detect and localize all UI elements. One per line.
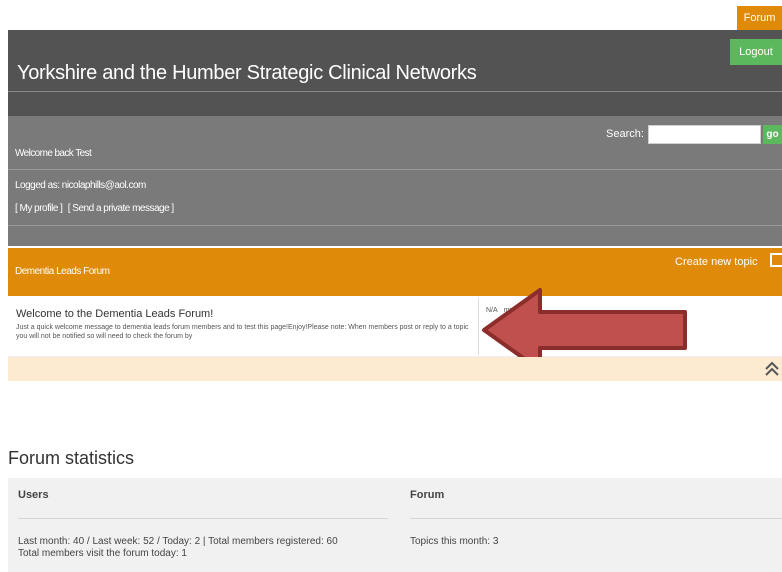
new-document-icon[interactable] bbox=[770, 253, 782, 267]
forum-tab[interactable]: Forum bbox=[737, 6, 782, 30]
site-title: Yorkshire and the Humber Strategic Clini… bbox=[17, 62, 477, 84]
create-topic-link[interactable]: Create new topic bbox=[675, 256, 758, 268]
stats-users-today: Total members visit the forum today: 1 bbox=[18, 548, 187, 559]
topic-title[interactable]: Welcome to the Dementia Leads Forum! bbox=[16, 308, 213, 320]
welcome-text: Welcome back Test bbox=[15, 148, 92, 159]
stats-divider bbox=[18, 518, 388, 519]
stats-forum-heading: Forum bbox=[410, 489, 445, 501]
stats-users-counts: Last month: 40 / Last week: 52 / Today: … bbox=[18, 536, 338, 547]
search-go-button[interactable]: go bbox=[763, 125, 782, 144]
site-header: Logout Yorkshire and the Humber Strategi… bbox=[8, 30, 782, 116]
stats-title: Forum statistics bbox=[8, 448, 135, 468]
user-bar: Search: go Welcome back Test Logged as: … bbox=[8, 116, 782, 246]
topic-excerpt: Just a quick welcome message to dementia… bbox=[16, 324, 469, 340]
private-message-link[interactable]: [ Send a private message ] bbox=[68, 203, 174, 214]
topic-divider bbox=[478, 298, 479, 355]
header-divider bbox=[8, 91, 782, 92]
my-profile-link[interactable]: [ My profile ] bbox=[15, 203, 63, 214]
chevron-up-icon[interactable] bbox=[764, 360, 780, 378]
page: Forum Logout Yorkshire and the Humber St… bbox=[0, 0, 782, 572]
topic-footer-bar bbox=[8, 357, 782, 381]
user-bar-divider bbox=[8, 169, 782, 170]
stats-forum-topics: Topics this month: 3 bbox=[410, 536, 499, 547]
stats-users-heading: Users bbox=[18, 489, 49, 501]
logged-as-text: Logged as: nicolaphills@aol.com bbox=[15, 180, 146, 191]
logout-button[interactable]: Logout bbox=[730, 39, 782, 65]
search-input[interactable] bbox=[648, 125, 761, 144]
search-label: Search: bbox=[606, 128, 644, 140]
user-links: [ My profile ] [ Send a private message … bbox=[15, 203, 177, 214]
user-bar-divider bbox=[8, 225, 782, 226]
stats-divider bbox=[410, 518, 782, 519]
forum-name[interactable]: Dementia Leads Forum bbox=[15, 266, 110, 277]
stats-panel: Users Forum Last month: 40 / Last week: … bbox=[8, 478, 782, 572]
